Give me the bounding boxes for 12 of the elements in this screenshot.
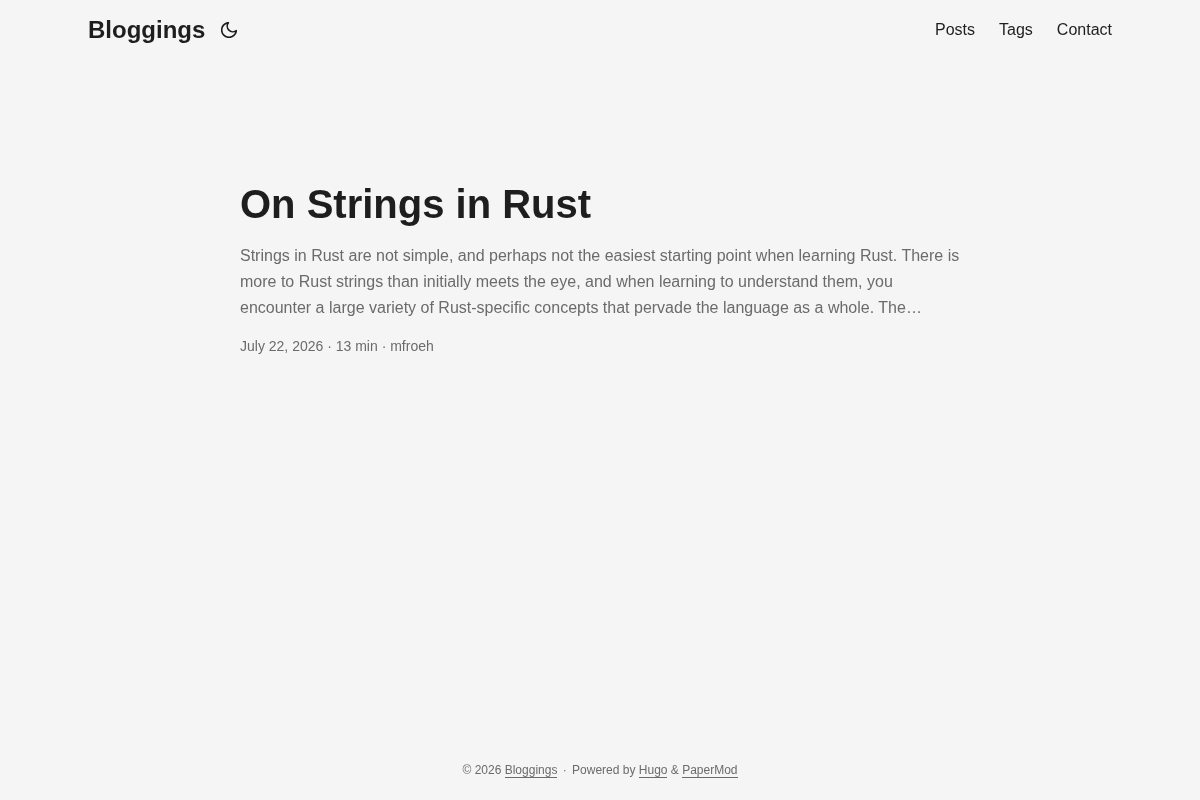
nav-link[interactable]: Posts xyxy=(935,21,976,38)
post-meta: July 22, 2026 · 13 min · mfroeh xyxy=(240,337,435,356)
footer-text: © 2026 Bloggings · Powered by Hugo & PaperMod xyxy=(461,762,739,779)
nav-link[interactable]: Tags xyxy=(999,21,1033,38)
moon-icon[interactable] xyxy=(221,22,238,38)
site-logo-link[interactable]: Bloggings xyxy=(88,15,206,45)
footer-link[interactable]: Bloggings xyxy=(504,763,558,778)
footer-link[interactable]: PaperMod xyxy=(682,763,738,778)
post-title-link[interactable]: On Strings in Rust xyxy=(240,180,960,228)
post-summary: Strings in Rust are not simple, and perhaps not the easiest starting point when learning Rust. There is more to Rust strings than initially meets the eye, and when learning to understand them, you encounter a large variety of Rust-specific concepts that pervade the language as a whole. The… xyxy=(240,246,960,318)
nav-link[interactable]: Contact xyxy=(1056,21,1112,38)
footer-link[interactable]: Hugo xyxy=(638,763,668,778)
